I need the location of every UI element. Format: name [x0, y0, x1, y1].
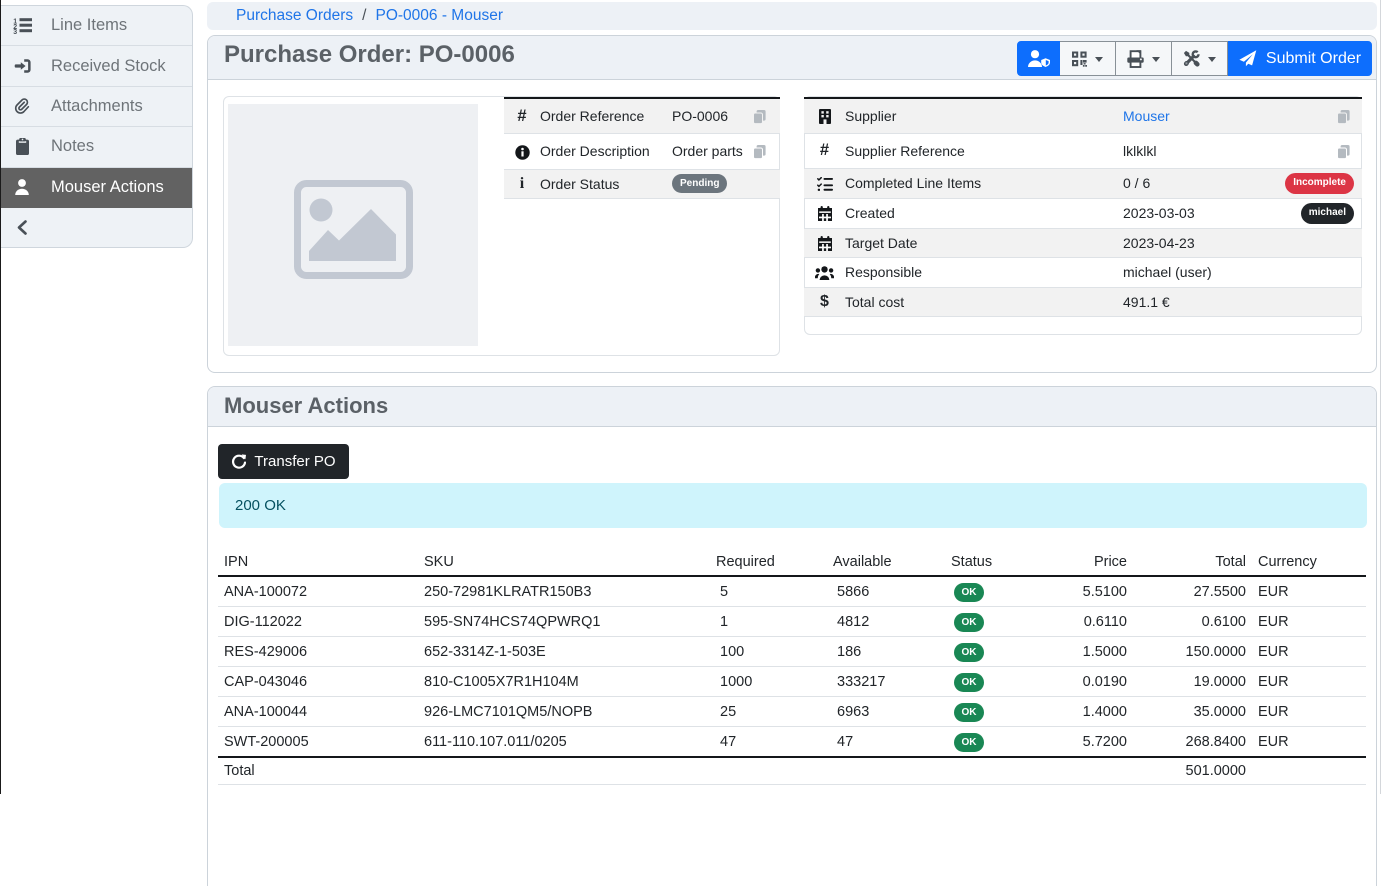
svg-text:3: 3 — [13, 29, 17, 34]
